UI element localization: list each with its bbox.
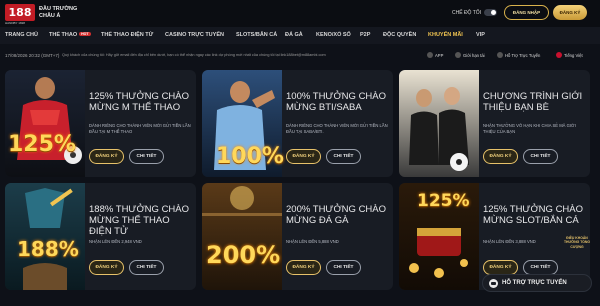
terms-note: ĐIỀU KHOẢN THƯỞNG TỔNG CƯỢNG	[563, 236, 591, 249]
dark-mode-toggle[interactable]: CHẾ ĐỘ TỐI	[452, 9, 498, 16]
logo-mark: 188	[5, 4, 35, 21]
details-button[interactable]: CHI TIẾT	[326, 149, 361, 164]
top-header: 188 HANDBY 1828 ĐẦU TRƯỜNG CHÂU Á CHẾ ĐỘ…	[0, 0, 600, 27]
main-nav: TRANG CHỦ THỂ THAO HOT THỂ THAO ĐIỆN TỬ C…	[0, 27, 600, 44]
nav-item-esports[interactable]: THỂ THAO ĐIỆN TỬ	[101, 32, 153, 38]
phone-icon	[427, 52, 433, 58]
nav-item-exclusive[interactable]: ĐỘC QUYỀN	[383, 32, 416, 38]
logo-subtext: HANDBY 1828	[5, 21, 25, 25]
live-support-label: Hỗ Trợ Trực Tuyến	[505, 52, 541, 58]
tagline-line-1: ĐẦU TRƯỜNG	[39, 5, 78, 12]
announcement-bar: 17/08/2026 20:32 (GMT+7) Quý khách của c…	[0, 47, 600, 65]
promo-title: 200% THƯỞNG CHÀO MỪNG ĐÁ GÀ	[286, 204, 387, 226]
promo-description: NHẬN LÊN ĐẾN 2,948 VND	[89, 239, 142, 244]
register-button[interactable]: ĐĂNG KÝ	[483, 260, 518, 275]
promo-title: 125% THƯỞNG CHÀO MỪNG M THỂ THAO	[89, 91, 190, 113]
promo-big-number: 188%	[17, 237, 79, 261]
promo-title: CHƯƠNG TRÌNH GIỚI THIỆU BẠN BÈ	[483, 91, 583, 113]
shield-icon	[455, 52, 461, 58]
nav-item-sports-label: THỂ THAO	[49, 32, 78, 38]
register-button[interactable]: ĐĂNG KÝ	[553, 5, 587, 20]
nav-item-home[interactable]: TRANG CHỦ	[5, 32, 38, 38]
tagline-line-2: CHÂU Á	[39, 12, 61, 19]
nav-item-cockfight[interactable]: ĐÁ GÀ	[285, 32, 303, 38]
promo-description: NHẬN LÊN ĐẾN 5,888 VND	[286, 239, 339, 244]
limits-link[interactable]: Giới hạn tái	[455, 52, 485, 58]
vietnam-flag-icon	[556, 52, 562, 58]
friends-image	[399, 70, 479, 177]
live-support-link[interactable]: Hỗ Trợ Trực Tuyến	[497, 52, 540, 58]
nav-item-sports[interactable]: THỂ THAO HOT	[49, 32, 91, 38]
nav-item-p2p[interactable]: P2P	[360, 32, 370, 38]
announcement-text: Quý khách của chúng tôi: Hãy gửi email đ…	[62, 53, 326, 57]
app-link[interactable]: APP	[427, 52, 443, 58]
toggle-switch-icon[interactable]	[484, 9, 498, 16]
details-button[interactable]: CHI TIẾT	[523, 260, 558, 275]
promo-big-number: 125%	[8, 132, 76, 157]
live-support-button[interactable]: HỖ TRỢ TRỰC TUYẾN	[482, 274, 592, 292]
promo-card: 100% 100% THƯỞNG CHÀO MỪNG BTI/SABA DÀNH…	[202, 70, 393, 177]
register-button[interactable]: ĐĂNG KÝ	[286, 260, 321, 275]
soccer-player-image	[5, 70, 85, 177]
nav-item-casino[interactable]: CASINO TRỰC TUYẾN	[165, 32, 224, 38]
details-button[interactable]: CHI TIẾT	[129, 260, 164, 275]
promo-title: 188% THƯỞNG CHÀO MỪNG THỂ THAO ĐIỆN TỬ	[89, 204, 190, 237]
promo-card: 125% 125% THƯỞNG CHÀO MỪNG M THỂ THAO DÀ…	[5, 70, 196, 177]
details-button[interactable]: CHI TIẾT	[129, 149, 164, 164]
logo-tagline: ĐẦU TRƯỜNG CHÂU Á	[39, 6, 77, 20]
language-label: Tiếng Việt	[564, 52, 583, 58]
promo-big-number: 200%	[206, 241, 281, 269]
site-logo[interactable]: 188 HANDBY 1828 ĐẦU TRƯỜNG CHÂU Á	[5, 4, 77, 25]
hot-badge: HOT	[79, 32, 91, 36]
nav-item-vip[interactable]: VIP	[476, 32, 485, 38]
limits-label: Giới hạn tái	[463, 52, 485, 58]
promo-title: 125% THƯỞNG CHÀO MỪNG SLOT/BẮN CÁ	[483, 204, 584, 226]
live-support-label: HỖ TRỢ TRỰC TUYẾN	[502, 280, 567, 286]
promo-card: 200% 200% THƯỞNG CHÀO MỪNG ĐÁ GÀ NHẬN LÊ…	[202, 183, 393, 290]
promo-card: CHƯƠNG TRÌNH GIỚI THIỆU BẠN BÈ NHẬN THƯỞ…	[399, 70, 590, 177]
nav-item-promotions[interactable]: KHUYẾN MÃI	[428, 32, 463, 38]
promo-description: NHẬN THƯỞNG VÔ HẠN KHI CHIA SẺ MÃ GIỚI T…	[483, 123, 576, 134]
promo-big-number: 125%	[417, 191, 470, 211]
register-button[interactable]: ĐĂNG KÝ	[483, 149, 518, 164]
details-button[interactable]: CHI TIẾT	[326, 260, 361, 275]
register-button[interactable]: ĐĂNG KÝ	[89, 149, 124, 164]
current-time: 17/08/2026 20:32 (GMT+7)	[5, 53, 60, 58]
promo-description: DÀNH RIÊNG CHO THÀNH VIÊN MỚI GỬI TIỀN L…	[89, 123, 191, 134]
chat-bubble-icon	[489, 278, 498, 288]
rooster-arena-image	[202, 183, 282, 290]
promo-card: 188% 188% THƯỞNG CHÀO MỪNG THỂ THAO ĐIỆN…	[5, 183, 196, 290]
details-button[interactable]: CHI TIẾT	[523, 149, 558, 164]
app-label: APP	[435, 52, 444, 58]
nav-item-slots[interactable]: SLOTS/BẮN CÁ	[236, 32, 277, 38]
language-selector[interactable]: Tiếng Việt	[556, 52, 583, 58]
dark-mode-label: CHẾ ĐỘ TỐI	[452, 9, 482, 16]
login-button[interactable]: ĐĂNG NHẬP	[504, 5, 549, 20]
promo-title: 100% THƯỞNG CHÀO MỪNG BTI/SABA	[286, 91, 387, 113]
promo-big-number: 100%	[216, 144, 284, 169]
chat-icon	[497, 52, 503, 58]
register-button[interactable]: ĐĂNG KÝ	[89, 260, 124, 275]
register-button[interactable]: ĐĂNG KÝ	[286, 149, 321, 164]
nav-item-keno[interactable]: KENO/XỔ SỐ	[316, 32, 351, 38]
promo-description: DÀNH RIÊNG CHO THÀNH VIÊN MỚI GỬI TIỀN L…	[286, 123, 388, 134]
